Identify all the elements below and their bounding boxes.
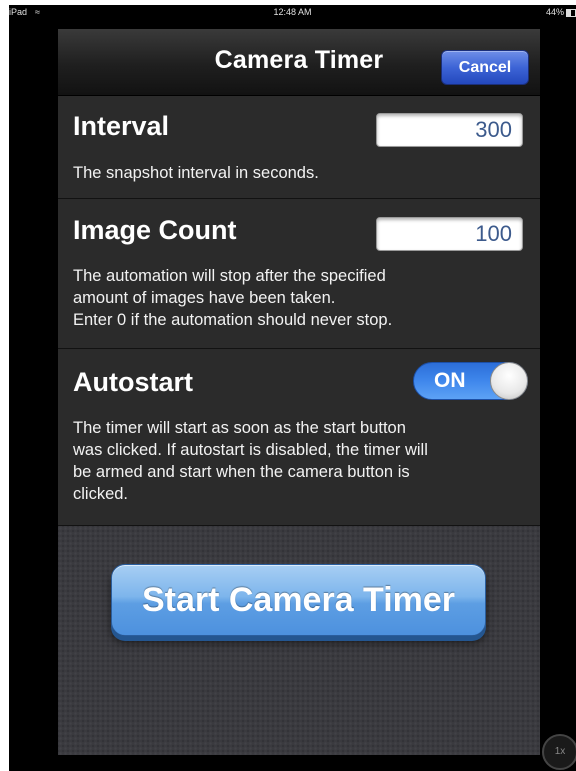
interval-description: The snapshot interval in seconds.: [73, 164, 319, 182]
battery-indicator: 44%: [546, 5, 576, 19]
navigation-bar: Camera Timer Cancel: [58, 29, 540, 96]
interval-input[interactable]: 300: [376, 113, 523, 147]
autostart-title: Autostart: [73, 367, 193, 397]
battery-icon: [566, 8, 576, 17]
battery-percent: 44%: [545, 7, 564, 17]
action-area: Start Camera Timer: [58, 526, 540, 755]
image-count-section: Image Count 100 The automation will stop…: [58, 199, 540, 349]
image-count-description-line: Enter 0 if the automation should never s…: [73, 311, 393, 329]
autostart-toggle[interactable]: ON: [413, 362, 528, 400]
autostart-section: Autostart ON The timer will start as soo…: [58, 349, 540, 526]
toggle-knob: [490, 362, 528, 400]
toggle-state-label: ON: [434, 369, 466, 392]
image-count-description: The automation will stop after the speci…: [73, 265, 513, 331]
cancel-button[interactable]: Cancel: [441, 50, 529, 85]
autostart-description-line: clicked.: [73, 485, 129, 503]
image-count-description-line: amount of images have been taken.: [73, 289, 336, 307]
interval-title: Interval: [73, 111, 170, 141]
camera-timer-panel: Camera Timer Cancel Interval 300 The sna…: [58, 29, 540, 755]
image-count-description-line: The automation will stop after the speci…: [73, 267, 386, 285]
autostart-description-line: The timer will start as soon as the star…: [73, 419, 406, 437]
autostart-description-line: be armed and start when the camera butto…: [73, 463, 410, 481]
interval-section: Interval 300 The snapshot interval in se…: [58, 96, 540, 199]
status-time: 12:48 AM: [273, 7, 312, 17]
zoom-badge[interactable]: 1x: [542, 734, 576, 770]
image-count-title: Image Count: [73, 215, 237, 245]
image-count-input[interactable]: 100: [376, 217, 523, 251]
start-camera-timer-button[interactable]: Start Camera Timer: [111, 564, 486, 636]
status-bar: iPad ≈ 12:48 AM 44%: [9, 5, 576, 19]
autostart-description-line: was clicked. If autostart is disabled, t…: [73, 441, 428, 459]
device-frame: iPad ≈ 12:48 AM 44% Camera Timer Cancel …: [9, 5, 576, 771]
autostart-description: The timer will start as soon as the star…: [73, 417, 513, 505]
